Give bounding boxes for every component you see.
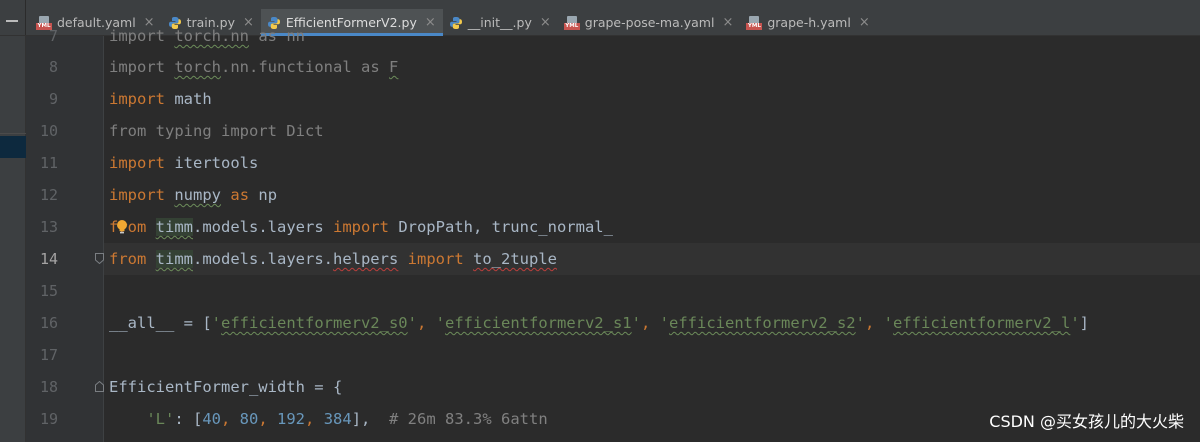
line-number: 9: [48, 90, 58, 108]
line-number: 17: [39, 346, 58, 364]
code-line[interactable]: 15: [40, 275, 1200, 307]
line-number: 14: [39, 250, 58, 268]
code-line[interactable]: 8 import torch.nn.functional as F: [49, 51, 1200, 83]
line-number: 16: [39, 314, 58, 332]
code-line[interactable]: 12 import numpy as np: [40, 179, 1200, 211]
code-line[interactable]: 17: [40, 339, 1200, 371]
code-line[interactable]: 9 import math: [49, 83, 1200, 115]
code-line[interactable]: 7 import torch.nn as nn: [49, 20, 1200, 52]
line-number: 7: [48, 27, 58, 45]
lightbulb-icon[interactable]: [116, 219, 128, 235]
code-line[interactable]: 16 __all__ = ['efficientformerv2_s0', 'e…: [40, 307, 1200, 339]
code-text: 'L': [40, 80, 192, 384], # 26m 83.3% 6at…: [146, 410, 548, 428]
line-number: 18: [39, 378, 58, 396]
line-number: 13: [39, 218, 58, 236]
code-text: from timm.models.layers import DropPath,…: [109, 218, 613, 236]
code-text: __all__ = ['efficientformerv2_s0', 'effi…: [109, 314, 1089, 332]
line-number: 11: [39, 154, 58, 172]
code-line[interactable]: 11 import itertools: [40, 147, 1200, 179]
code-editor[interactable]: 7 import torch.nn as nn 8 import torch.n…: [40, 27, 1200, 442]
code-line[interactable]: 18 EfficientFormer_width = {: [40, 371, 1200, 403]
code-line[interactable]: 10 from typing import Dict: [40, 115, 1200, 147]
fold-marker-icon[interactable]: [95, 381, 104, 392]
code-text: import numpy as np: [109, 186, 278, 204]
code-text: from typing import Dict: [109, 122, 324, 140]
code-text: import torch.nn as nn: [109, 27, 305, 45]
line-number: 10: [39, 122, 58, 140]
code-text: EfficientFormer_width = {: [109, 378, 343, 396]
watermark-text: CSDN @买女孩儿的大火柴: [989, 412, 1184, 431]
line-number: 12: [39, 186, 58, 204]
fold-marker-icon[interactable]: [95, 253, 104, 264]
code-line[interactable]: 13 from timm.models.layers import DropPa…: [40, 211, 1200, 243]
ide-window: YML default.yaml × train.py × EfficientF…: [0, 0, 1200, 442]
line-number: 8: [48, 58, 58, 76]
code-text: import math: [109, 90, 212, 108]
line-number: 19: [39, 410, 58, 428]
code-line-current[interactable]: 14 from timm.models.layers.helpers impor…: [40, 243, 1200, 275]
code-text: import torch.nn.functional as F: [109, 58, 399, 76]
code-text: import itertools: [109, 154, 259, 172]
line-number: 15: [39, 282, 58, 300]
code-text: from timm.models.layers.helpers import t…: [109, 250, 557, 268]
